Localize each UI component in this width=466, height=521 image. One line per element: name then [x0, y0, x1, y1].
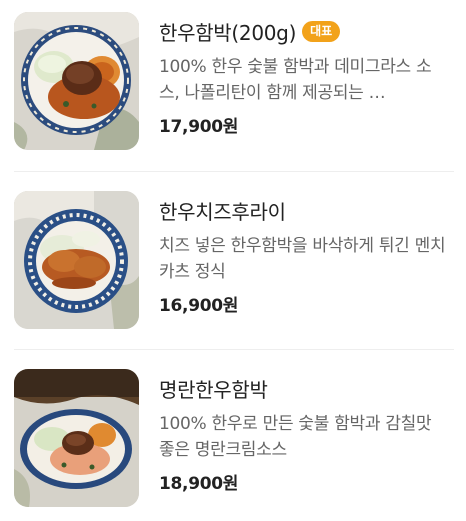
menu-item-photo[interactable]: [14, 369, 139, 507]
menu-item-price: 16,900원: [159, 296, 239, 316]
menu-item-name-row: 한우치즈후라이: [159, 191, 449, 229]
menu-item-description: 100% 한우로 만든 숯불 함박과 감칠맛 좋은 명란크림소스: [159, 414, 432, 460]
menu-item-photo[interactable]: [14, 12, 139, 150]
menchi-katsu-plate-photo-icon: [14, 191, 139, 329]
menu-item-name: 명란한우함박: [159, 377, 268, 402]
menu-divider: [14, 349, 454, 350]
menu-item-description: 100% 한우 숯불 함박과 데미그라스 소스, 나폴리탄이 함께 제공되는 …: [159, 57, 432, 103]
mentaiko-hamburg-plate-photo-icon: [14, 369, 139, 507]
menu-item-info: 명란한우함박 100% 한우로 만든 숯불 함박과 감칠맛 좋은 명란크림소스 …: [159, 369, 449, 495]
hamburg-steak-plate-photo-icon: [14, 12, 139, 150]
menu-item-photo[interactable]: [14, 191, 139, 329]
menu-item-name-row: 한우함박(200g) 대표: [159, 12, 449, 50]
menu-item-hanwoo-hambak[interactable]: 한우함박(200g) 대표 100% 한우 숯불 함박과 데미그라스 소스, 나…: [0, 12, 466, 162]
menu-item-myeongran-hanwoo-hambak[interactable]: 명란한우함박 100% 한우로 만든 숯불 함박과 감칠맛 좋은 명란크림소스 …: [0, 369, 466, 519]
menu-item-hanwoo-cheese-fry[interactable]: 한우치즈후라이 치즈 넣은 한우함박을 바삭하게 튀긴 멘치카츠 정식 16,9…: [0, 191, 466, 341]
menu-item-description: 치즈 넣은 한우함박을 바삭하게 튀긴 멘치카츠 정식: [159, 236, 446, 282]
menu-item-info: 한우치즈후라이 치즈 넣은 한우함박을 바삭하게 튀긴 멘치카츠 정식 16,9…: [159, 191, 449, 317]
menu-list: 한우함박(200g) 대표 100% 한우 숯불 함박과 데미그라스 소스, 나…: [0, 0, 466, 521]
menu-item-price: 18,900원: [159, 474, 239, 494]
menu-item-name: 한우치즈후라이: [159, 199, 286, 224]
menu-item-price: 17,900원: [159, 117, 239, 137]
menu-item-name-row: 명란한우함박: [159, 369, 449, 407]
menu-divider: [14, 171, 454, 172]
signature-badge: 대표: [302, 20, 341, 42]
menu-item-name: 한우함박(200g): [159, 20, 297, 45]
menu-item-info: 한우함박(200g) 대표 100% 한우 숯불 함박과 데미그라스 소스, 나…: [159, 12, 449, 137]
